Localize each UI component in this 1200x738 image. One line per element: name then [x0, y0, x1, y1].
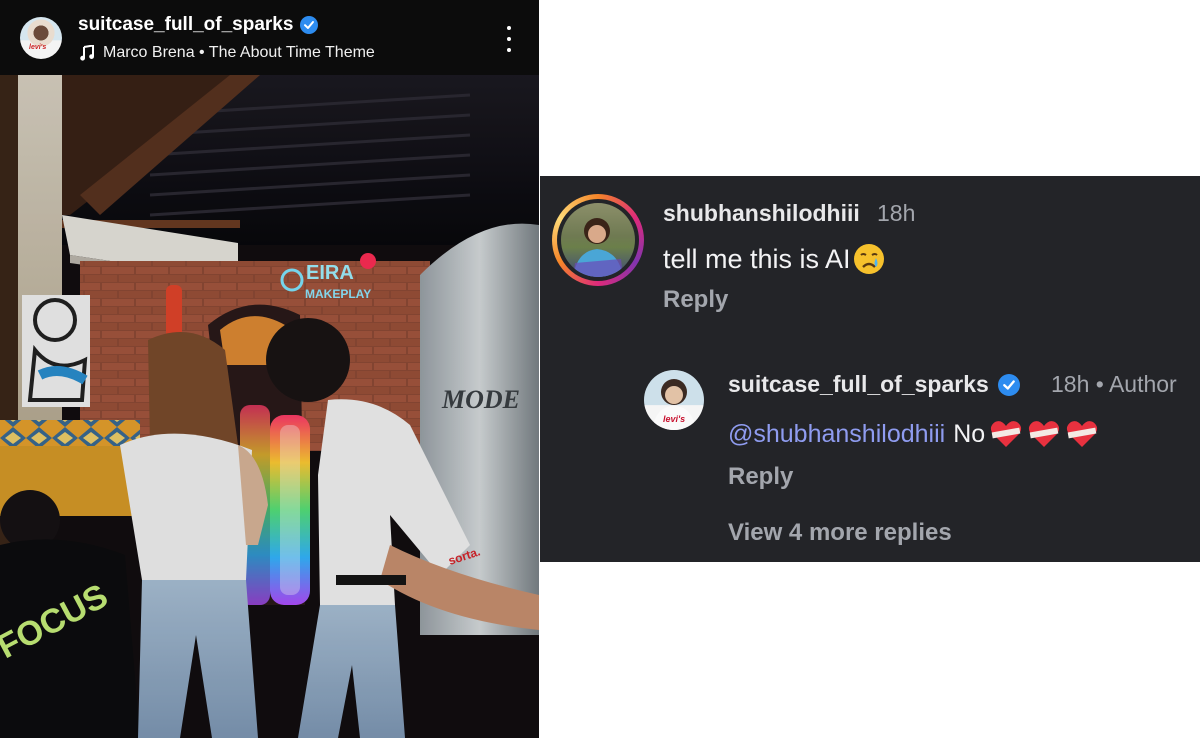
reply-reply-button[interactable]: Reply: [728, 463, 793, 491]
reply-text: @shubhanshilodhiii No: [728, 419, 1099, 449]
verified-badge-icon: [300, 16, 319, 34]
post-username-row[interactable]: suitcase_full_of_sparks: [78, 14, 319, 36]
reply-username[interactable]: suitcase_full_of_sparks: [728, 371, 989, 398]
reply-username-row[interactable]: suitcase_full_of_sparks: [728, 371, 1020, 398]
comment-timestamp: 18h: [877, 200, 916, 226]
avatar-badge-text: levi's: [29, 44, 47, 51]
crying-face-emoji-icon: [853, 244, 884, 274]
bandaged-heart-emoji-icon-3: [1067, 421, 1098, 447]
post-audio[interactable]: Marco Brena • The About Time Theme: [80, 44, 375, 62]
comment-text-body: tell me this is AI: [663, 243, 851, 274]
comment-username[interactable]: shubhanshilodhiii: [663, 200, 860, 227]
music-note-icon: [80, 45, 94, 61]
reply-verified-badge-icon: [997, 373, 1020, 396]
post-header: levi's suitcase_full_of_sparks Marco Bre…: [0, 0, 539, 75]
comment-reply-button[interactable]: Reply: [663, 286, 728, 314]
reply-avatar-badge-text: levi's: [663, 414, 685, 424]
post-author-avatar[interactable]: levi's: [20, 17, 62, 59]
post-photo: EIRA MAKEPLAY MODE FOCUS sorta.: [0, 75, 539, 738]
comment-text: tell me this is AI: [663, 242, 886, 276]
post-username[interactable]: suitcase_full_of_sparks: [78, 14, 293, 36]
commenter-photo: [561, 203, 635, 277]
commenter-avatar[interactable]: [552, 194, 644, 286]
bandaged-heart-emoji-icon: [991, 421, 1022, 447]
reply-text-body: No: [953, 419, 986, 448]
view-more-replies-button[interactable]: View 4 more replies: [728, 519, 952, 547]
bandaged-heart-emoji-icon-2: [1029, 421, 1060, 447]
reply-timestamp: 18h • Author: [1051, 371, 1177, 397]
reply-mention-link[interactable]: @shubhanshilodhiii: [728, 420, 945, 449]
comments-panel: shubhanshilodhiii 18h tell me this is AI…: [540, 176, 1200, 562]
post-audio-label[interactable]: Marco Brena • The About Time Theme: [103, 44, 375, 62]
post: levi's suitcase_full_of_sparks Marco Bre…: [0, 0, 539, 738]
more-options-icon[interactable]: [497, 26, 521, 52]
reply-author-avatar[interactable]: levi's: [644, 370, 704, 430]
